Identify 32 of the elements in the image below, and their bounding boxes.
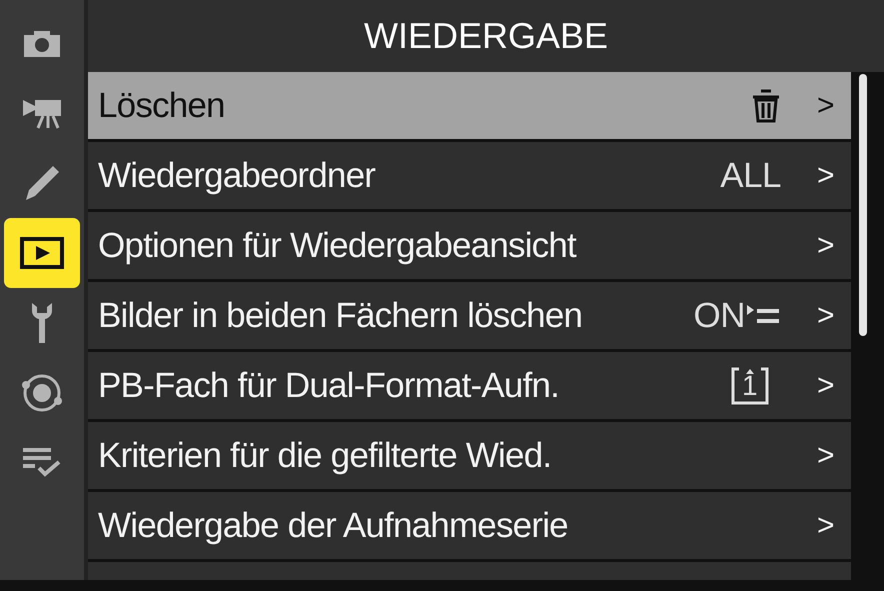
chevron: > <box>817 438 836 472</box>
scrollbar-thumb[interactable] <box>859 74 867 336</box>
menu-item-label: Löschen <box>98 86 226 126</box>
menu-title: WIEDERGABE <box>88 0 884 72</box>
chevron: > <box>817 158 836 192</box>
chevron: > <box>817 508 836 542</box>
wrench-icon <box>29 301 55 345</box>
menu-item[interactable]: Wiedergabeordner ALL > <box>88 142 851 209</box>
trash-icon <box>751 88 781 122</box>
playback-icon <box>20 237 64 269</box>
slot-number: 1 <box>742 370 758 402</box>
pencil-icon <box>23 164 61 202</box>
menu-item[interactable]: Löschen > <box>88 72 851 139</box>
menu-item-label: Bilder in beiden Fächern löschen <box>98 296 584 336</box>
chevron: > <box>817 88 836 122</box>
menu-item[interactable]: Kriterien für die gefilterte Wied. > <box>88 422 851 489</box>
menu-item-label: Kriterien für die gefilterte Wied. <box>98 436 552 476</box>
menu-item[interactable]: Wiedergabe der Aufnahmeserie > <box>88 492 851 559</box>
chevron: > <box>817 298 836 332</box>
menu-item-label: Wiedergabeordner <box>98 156 376 196</box>
menu-tab[interactable] <box>4 218 80 288</box>
menu-item[interactable]: Optionen für Wiedergabeansicht > <box>88 212 851 279</box>
bracket-icon <box>731 366 769 404</box>
menu-item-label: PB-Fach für Dual-Format-Aufn. <box>98 366 560 406</box>
value-text: ALL <box>720 156 781 196</box>
menu-item[interactable]: PB-Fach für Dual-Format-Aufn. 1 > <box>88 352 851 419</box>
chevron: > <box>817 368 836 402</box>
menu-item[interactable]: Bilder in beiden Fächern löschen ON > <box>88 282 851 349</box>
chevron: > <box>817 228 836 262</box>
menu-item-label: Wiedergabe der Aufnahmeserie <box>98 506 569 546</box>
menu-item-label: Optionen für Wiedergabeansicht <box>98 226 578 266</box>
value-text: ON <box>694 296 745 336</box>
